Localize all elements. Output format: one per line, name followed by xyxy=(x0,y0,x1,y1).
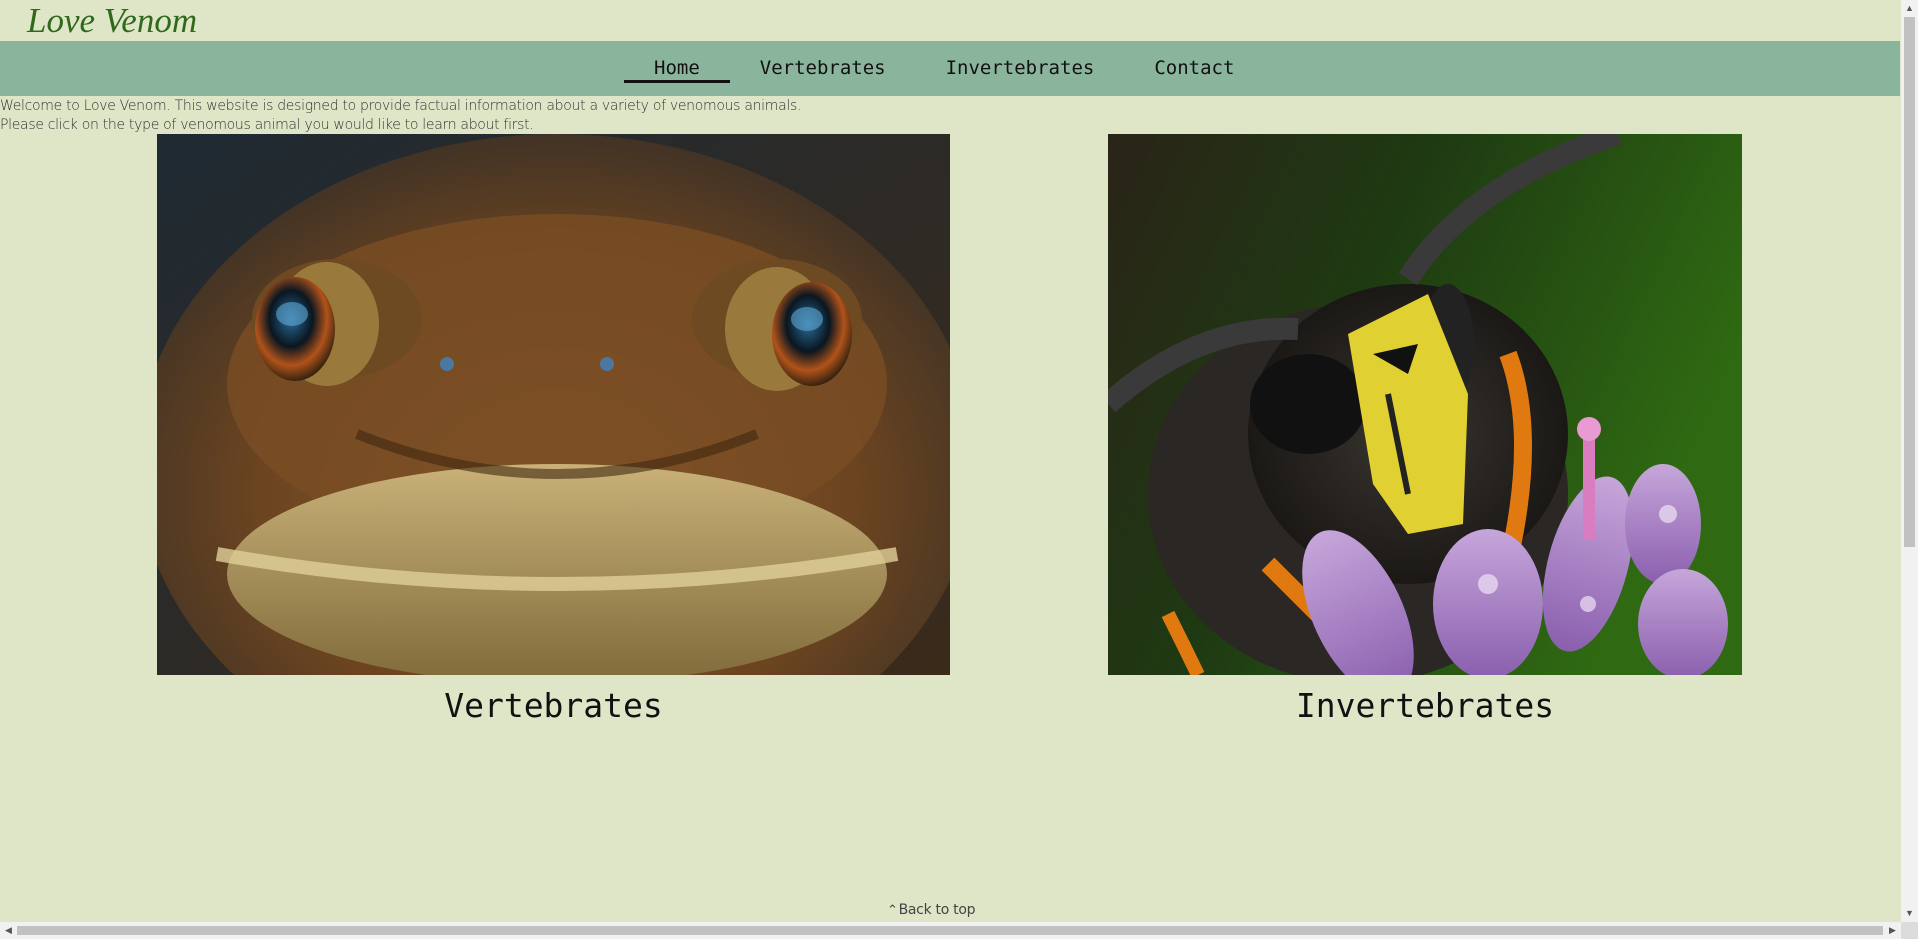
card-caption-invertebrates[interactable]: Invertebrates xyxy=(1108,686,1742,725)
nav-item-invertebrates[interactable]: Invertebrates xyxy=(916,41,1125,96)
scroll-right-arrow-icon[interactable]: ▶ xyxy=(1884,922,1901,939)
nav-item-vertebrates[interactable]: Vertebrates xyxy=(730,41,916,96)
scrollbar-corner xyxy=(1901,922,1918,939)
wasp-image[interactable] xyxy=(1108,134,1742,675)
vertical-scroll-thumb[interactable] xyxy=(1904,17,1915,547)
double-chevron-up-icon: ⌃ xyxy=(887,903,898,918)
toad-image[interactable] xyxy=(157,134,950,675)
card-vertebrates[interactable]: Vertebrates xyxy=(157,134,950,734)
main-nav: Home Vertebrates Invertebrates Contact xyxy=(0,41,1900,96)
nav-item-contact[interactable]: Contact xyxy=(1124,41,1264,96)
nav-list: Home Vertebrates Invertebrates Contact xyxy=(624,41,1264,96)
site-header: Love Venom xyxy=(0,0,1900,41)
card-invertebrates[interactable]: Invertebrates xyxy=(1108,134,1742,734)
site-title[interactable]: Love Venom xyxy=(27,0,197,41)
scroll-down-arrow-icon[interactable]: ▼ xyxy=(1901,905,1918,922)
horizontal-scrollbar[interactable]: ◀ ▶ xyxy=(0,922,1901,939)
intro-line-1: Welcome to Love Venom. This website is d… xyxy=(0,98,802,114)
vertical-scrollbar[interactable]: ▲ ▼ xyxy=(1901,0,1918,922)
toad-photo-graphic xyxy=(157,134,950,675)
back-to-top-label: Back to top xyxy=(898,902,976,918)
nav-item-home[interactable]: Home xyxy=(624,41,730,96)
intro-text: Welcome to Love Venom. This website is d… xyxy=(0,97,801,135)
card-caption-vertebrates[interactable]: Vertebrates xyxy=(157,686,950,725)
horizontal-scroll-thumb[interactable] xyxy=(17,926,1883,935)
wasp-photo-graphic xyxy=(1108,134,1742,675)
back-to-top-link[interactable]: ⌃Back to top xyxy=(887,902,975,918)
scroll-left-arrow-icon[interactable]: ◀ xyxy=(0,922,17,939)
scroll-up-arrow-icon[interactable]: ▲ xyxy=(1901,0,1918,17)
intro-line-2: Please click on the type of venomous ani… xyxy=(0,117,534,133)
